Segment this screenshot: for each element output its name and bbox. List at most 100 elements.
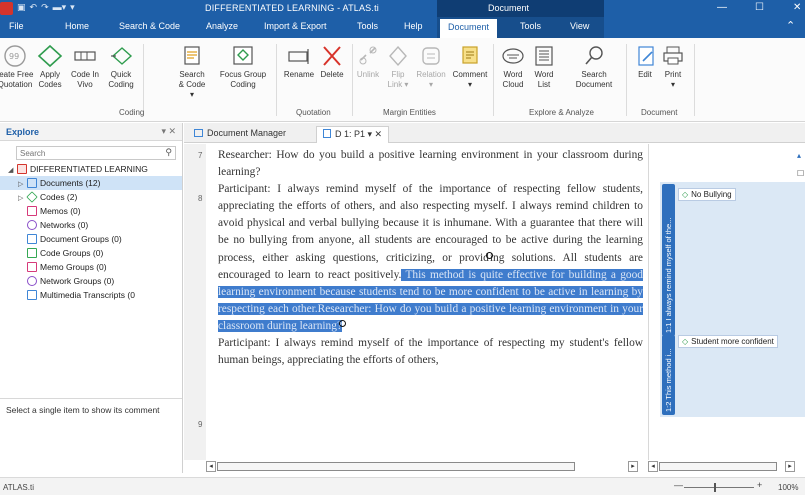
flip-link-button[interactable]: Flip Link ▾	[384, 44, 412, 90]
project-icon	[17, 164, 27, 174]
margin-checkbox[interactable]: ☐	[797, 169, 804, 178]
tab-analyze[interactable]: Analyze	[206, 21, 238, 31]
tab-tools[interactable]: Tools	[357, 21, 378, 31]
tab-import-export[interactable]: Import & Export	[264, 21, 327, 31]
zoom-value: 100%	[778, 483, 799, 492]
code-tag-student-more-confident[interactable]: ◇ Student more confident	[678, 335, 778, 348]
word-list-button[interactable]: Word List	[530, 44, 558, 90]
save-icon[interactable]: ▣	[17, 2, 26, 15]
tab-document-manager[interactable]: Document Manager	[188, 126, 292, 143]
pane-controls[interactable]: ▾ ✕	[161, 126, 176, 137]
minimize-icon[interactable]: —	[717, 2, 727, 13]
edit-icon	[638, 46, 654, 66]
delete-button[interactable]: Delete	[316, 44, 348, 80]
tree-item-networks[interactable]: Networks (0)	[0, 218, 182, 232]
horizontal-scroll-thumb[interactable]	[217, 462, 575, 471]
tab-help[interactable]: Help	[404, 21, 423, 31]
scroll-left-button[interactable]: ◂	[206, 461, 216, 472]
unlink-button[interactable]: Unlink	[354, 44, 382, 80]
tab-search-code[interactable]: Search & Code	[119, 21, 180, 31]
selection-start-handle-icon[interactable]	[485, 251, 493, 259]
code-in-vivo-button[interactable]: Code In Vivo	[68, 44, 102, 90]
code-tag-no-bullying[interactable]: ◇ No Bullying	[678, 188, 736, 201]
code-in-vivo-label: Code In Vivo	[70, 70, 100, 89]
tree-item-codes[interactable]: ▷ Codes (2)	[0, 190, 182, 204]
tab-d1-p1[interactable]: D 1: P1 ▾ ✕	[316, 126, 390, 143]
tree-item-label: Multimedia Transcripts (0	[40, 290, 135, 300]
group-label-document: Document	[641, 108, 678, 117]
search-input[interactable]	[17, 147, 175, 159]
edit-label: Edit	[638, 70, 652, 79]
tab-file[interactable]: File	[9, 21, 24, 31]
print-button[interactable]: Print ▾	[660, 44, 686, 90]
ribbon-separator	[694, 44, 695, 116]
zoom-slider[interactable]: — +	[674, 480, 766, 492]
paragraph-7[interactable]: Researcher: How do you build a positive …	[218, 147, 643, 181]
network-icon	[27, 220, 37, 230]
search-icon[interactable]: ⚲	[165, 147, 172, 158]
zoom-in-icon[interactable]: +	[757, 480, 762, 490]
quotation-bar-1-2[interactable]: 1:2 This method i...	[662, 335, 675, 415]
code-diamond-icon: ◇	[682, 337, 689, 346]
word-cloud-button[interactable]: Word Cloud	[496, 44, 530, 90]
maximize-icon[interactable]: ☐	[755, 2, 764, 13]
tree-item-documents[interactable]: ▷ Documents (12)	[0, 176, 182, 190]
undo-icon[interactable]: ↶	[30, 2, 38, 15]
search-document-button[interactable]: Search Document	[574, 44, 614, 90]
tree-item-memos[interactable]: Memos (0)	[0, 204, 182, 218]
code-tag-label: No Bullying	[691, 190, 732, 199]
scroll-right-button[interactable]: ▸	[628, 461, 638, 472]
paragraph-9[interactable]: Participant: I always remind myself of t…	[218, 335, 643, 369]
tree-item-multimedia-transcripts[interactable]: Multimedia Transcripts (0	[0, 288, 182, 302]
margin-scroll-thumb[interactable]	[659, 462, 777, 471]
margin-scroll-right-button[interactable]: ▸	[785, 461, 795, 472]
document-text[interactable]: Researcher: How do you build a positive …	[218, 147, 643, 369]
tab-document-tools[interactable]: Tools	[520, 21, 541, 31]
word-list-label: Word List	[534, 70, 554, 89]
ribbon-tabs: File Home Search & Code Analyze Import &…	[0, 17, 805, 38]
scroll-up-arrow-icon[interactable]: ▴	[797, 151, 801, 160]
paragraph-8[interactable]: Participant: I always remind myself of t…	[218, 181, 643, 335]
margin-band	[660, 182, 805, 417]
create-free-quotation-button[interactable]: 99 reate Free Quotation	[0, 44, 34, 90]
tree-item-label: Networks (0)	[40, 220, 89, 230]
comment-button[interactable]: Comment ▾	[450, 44, 490, 90]
word-list-icon	[535, 46, 553, 66]
comment-icon	[462, 46, 478, 64]
explore-search[interactable]: ⚲	[16, 146, 176, 160]
focus-group-coding-button[interactable]: Focus Group Coding	[216, 44, 270, 90]
line-number-gutter	[184, 144, 206, 460]
quotation-bar-label: 1:1 I always remind myself of the...	[664, 217, 673, 333]
apply-codes-button[interactable]: Apply Codes	[34, 44, 66, 90]
redo-icon[interactable]: ↷	[41, 2, 49, 15]
line-number: 9	[198, 420, 203, 429]
document-manager-icon	[194, 129, 203, 137]
tab-document[interactable]: Document	[440, 19, 498, 38]
tree-item-network-groups[interactable]: Network Groups (0)	[0, 274, 182, 288]
collapse-ribbon-icon[interactable]: ⌃	[786, 19, 795, 32]
zoom-out-icon[interactable]: —	[674, 480, 683, 490]
quick-coding-button[interactable]: Quick Coding	[104, 44, 138, 90]
tab-home[interactable]: Home	[65, 21, 89, 31]
customize-icon[interactable]: ▾	[70, 2, 75, 15]
tree-item-code-groups[interactable]: Code Groups (0)	[0, 246, 182, 260]
tree-item-document-groups[interactable]: Document Groups (0)	[0, 232, 182, 246]
unlink-label: Unlink	[356, 70, 380, 79]
tree-item-project[interactable]: ◢ DIFFERENTIATED LEARNING	[0, 162, 182, 176]
edit-button[interactable]: Edit	[633, 44, 657, 80]
quotation-bar-1-1[interactable]: 1:1 I always remind myself of the...	[662, 184, 675, 336]
layout-icon[interactable]: ▬▾	[53, 2, 67, 15]
tree-item-memo-groups[interactable]: Memo Groups (0)	[0, 260, 182, 274]
search-document-icon	[585, 46, 603, 65]
rename-button[interactable]: Rename	[282, 44, 316, 80]
relation-button[interactable]: Relation ▾	[414, 44, 448, 90]
tab-view[interactable]: View	[570, 21, 589, 31]
close-icon[interactable]: ✕	[793, 2, 801, 13]
zoom-handle[interactable]	[714, 483, 716, 492]
atlas-logo-icon	[0, 2, 13, 15]
search-and-code-label: Search & Code ▾	[178, 70, 206, 99]
flip-link-label: Flip Link ▾	[387, 70, 409, 89]
margin-scroll-left-button[interactable]: ◂	[648, 461, 658, 472]
search-and-code-button[interactable]: Search & Code ▾	[176, 44, 208, 100]
selection-end-handle-icon[interactable]	[339, 319, 346, 327]
